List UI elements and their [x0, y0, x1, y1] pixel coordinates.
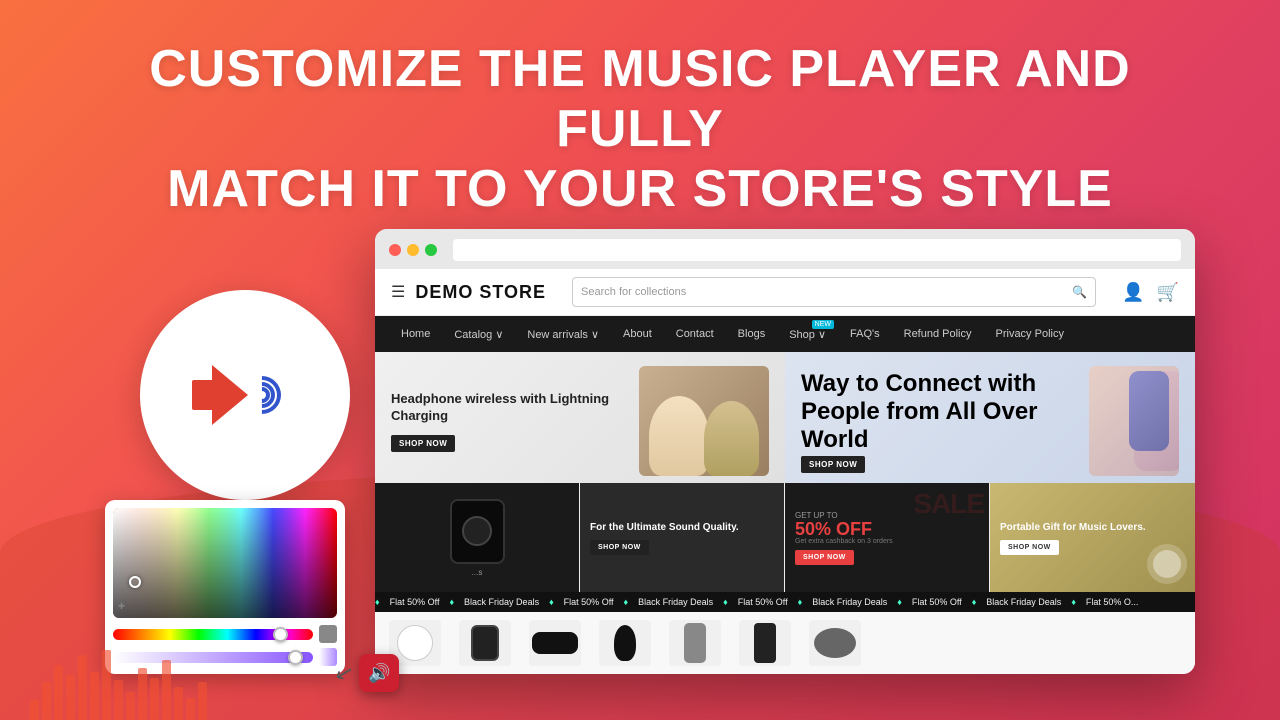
- eq-bar: [126, 692, 135, 720]
- ticker-item6: Black Friday Deals: [802, 597, 897, 607]
- traffic-lights: [389, 244, 437, 256]
- product-card-speaker: ...s: [375, 483, 580, 592]
- browser-chrome: [375, 229, 1195, 269]
- nav-about[interactable]: About: [613, 316, 662, 352]
- bottom-products: [375, 612, 1195, 674]
- ticker-item8: Black Friday Deals: [976, 597, 1071, 607]
- arrow-icon: ↙: [332, 658, 357, 688]
- url-bar[interactable]: [453, 239, 1181, 261]
- bottom-product-mouse: [595, 620, 655, 666]
- eq-bar: [174, 687, 183, 720]
- product-card-portable: Portable Gift for Music Lovers. SHOP NOW: [990, 483, 1195, 592]
- product-card-ultimate: For the Ultimate Sound Quality. SHOP NOW: [580, 483, 785, 592]
- eq-bar: [42, 682, 51, 720]
- account-icon[interactable]: 👤: [1122, 282, 1144, 303]
- sale-percent: 50% OFF: [795, 520, 872, 538]
- ticker-item3: Flat 50% Off: [554, 597, 624, 607]
- hero-right-text: Way to Connect with People from All Over…: [801, 370, 1079, 473]
- speaker-emoji: 🔊: [368, 663, 390, 684]
- nav-refund[interactable]: Refund Policy: [894, 316, 982, 352]
- hero-left-text: Headphone wireless with Lightning Chargi…: [391, 391, 629, 452]
- hero-banner-right: Way to Connect with People from All Over…: [785, 352, 1195, 490]
- eq-bar: [66, 675, 75, 720]
- ultimate-cta[interactable]: SHOP NOW: [590, 540, 649, 555]
- cross-icon: +: [118, 599, 125, 613]
- left-panel: +: [85, 290, 405, 674]
- browser-mockup: ☰ DEMO STORE Search for collections 🔍 👤 …: [375, 229, 1195, 674]
- nav-blogs[interactable]: Blogs: [728, 316, 776, 352]
- eq-bar: [78, 655, 87, 720]
- nav-shop[interactable]: Shop ∨ NEW: [779, 316, 836, 352]
- bottom-product-vr: [525, 620, 585, 666]
- sale-cta[interactable]: SHOP NOW: [795, 550, 854, 565]
- maximize-button[interactable]: [425, 244, 437, 256]
- search-icon: 🔍: [1072, 285, 1087, 299]
- store-nav: Home Catalog ∨ New arrivals ∨ About Cont…: [375, 316, 1195, 352]
- alpha-thumb[interactable]: [288, 650, 303, 665]
- color-preview: [319, 625, 337, 643]
- hero-section: Headphone wireless with Lightning Chargi…: [375, 352, 1195, 482]
- eq-bar: [114, 680, 123, 720]
- bottom-product-camera: [805, 620, 865, 666]
- ultimate-content: For the Ultimate Sound Quality. SHOP NOW: [580, 483, 784, 592]
- store-header: ☰ DEMO STORE Search for collections 🔍 👤 …: [375, 269, 1195, 316]
- ticker-item5: Flat 50% Off: [728, 597, 798, 607]
- eq-bar: [90, 672, 99, 720]
- hero-right-image: [1089, 366, 1179, 476]
- headline-line1: CUSTOMIZE THE MUSIC PLAYER AND FULLY: [149, 40, 1131, 158]
- hero-right-cta[interactable]: SHOP NOW: [801, 456, 865, 473]
- mini-player-area: ↙ 🔊: [335, 654, 399, 692]
- eq-bar: [138, 668, 147, 720]
- close-button[interactable]: [389, 244, 401, 256]
- eq-bar: [30, 700, 39, 720]
- ultimate-title: For the Ultimate Sound Quality.: [590, 521, 739, 534]
- hue-thumb[interactable]: [273, 627, 288, 642]
- hero-left-title: Headphone wireless with Lightning Chargi…: [391, 391, 629, 425]
- eq-bar: [102, 650, 111, 720]
- sale-sub-text: Get extra cashback on 3 orders: [795, 538, 893, 545]
- nav-faq[interactable]: FAQ's: [840, 316, 890, 352]
- headline-section: CUSTOMIZE THE MUSIC PLAYER AND FULLY MAT…: [0, 0, 1280, 239]
- sale-content: SALE GET UP TO 50% OFF Get extra cashbac…: [785, 483, 989, 592]
- nav-contact[interactable]: Contact: [666, 316, 724, 352]
- bottom-product-speaker2: [735, 620, 795, 666]
- ticker-bar: ♦ Flat 50% Off ♦ Black Friday Deals ♦ Fl…: [375, 592, 1195, 612]
- eq-bar: [150, 678, 159, 720]
- bottom-product-watch: [455, 620, 515, 666]
- equalizer: [30, 645, 207, 720]
- portable-cta[interactable]: SHOP NOW: [1000, 540, 1059, 555]
- eq-bar: [198, 682, 207, 720]
- nav-catalog[interactable]: Catalog ∨: [444, 316, 513, 352]
- products-row: ...s For the Ultimate Sound Quality. SHO…: [375, 482, 1195, 592]
- portable-title: Portable Gift for Music Lovers.: [1000, 521, 1146, 534]
- hue-slider[interactable]: [113, 629, 313, 640]
- hero-left-image: [639, 366, 769, 476]
- store-logo: DEMO STORE: [415, 282, 546, 303]
- product-card-sale: SALE GET UP TO 50% OFF Get extra cashbac…: [785, 483, 990, 592]
- search-bar[interactable]: Search for collections 🔍: [572, 277, 1096, 307]
- hero-banner-left: Headphone wireless with Lightning Chargi…: [375, 352, 785, 490]
- eq-bar: [162, 660, 171, 720]
- product-deal-label: ...s: [472, 568, 483, 577]
- mini-speaker-icon[interactable]: 🔊: [359, 654, 399, 692]
- cart-icon[interactable]: 🛒: [1157, 282, 1179, 303]
- eq-bar: [186, 698, 195, 720]
- music-icon-circle: [140, 290, 350, 500]
- nav-new-arrivals[interactable]: New arrivals ∨: [517, 316, 609, 352]
- ticker-item2: Black Friday Deals: [454, 597, 549, 607]
- nav-privacy[interactable]: Privacy Policy: [986, 316, 1074, 352]
- hero-right-title: Way to Connect with People from All Over…: [801, 370, 1079, 454]
- ticker-item7: Flat 50% Off: [902, 597, 972, 607]
- bottom-product-phone: [665, 620, 725, 666]
- store-action-icons: 👤 🛒: [1122, 282, 1179, 303]
- ticker-item4: Black Friday Deals: [628, 597, 723, 607]
- headline-line2: MATCH IT TO YOUR STORE'S STYLE: [167, 160, 1113, 218]
- search-placeholder: Search for collections: [581, 286, 686, 298]
- sale-watermark: SALE: [913, 488, 984, 520]
- headline-text: CUSTOMIZE THE MUSIC PLAYER AND FULLY MAT…: [60, 40, 1220, 219]
- eq-bar: [54, 665, 63, 720]
- new-badge: NEW: [812, 320, 834, 329]
- minimize-button[interactable]: [407, 244, 419, 256]
